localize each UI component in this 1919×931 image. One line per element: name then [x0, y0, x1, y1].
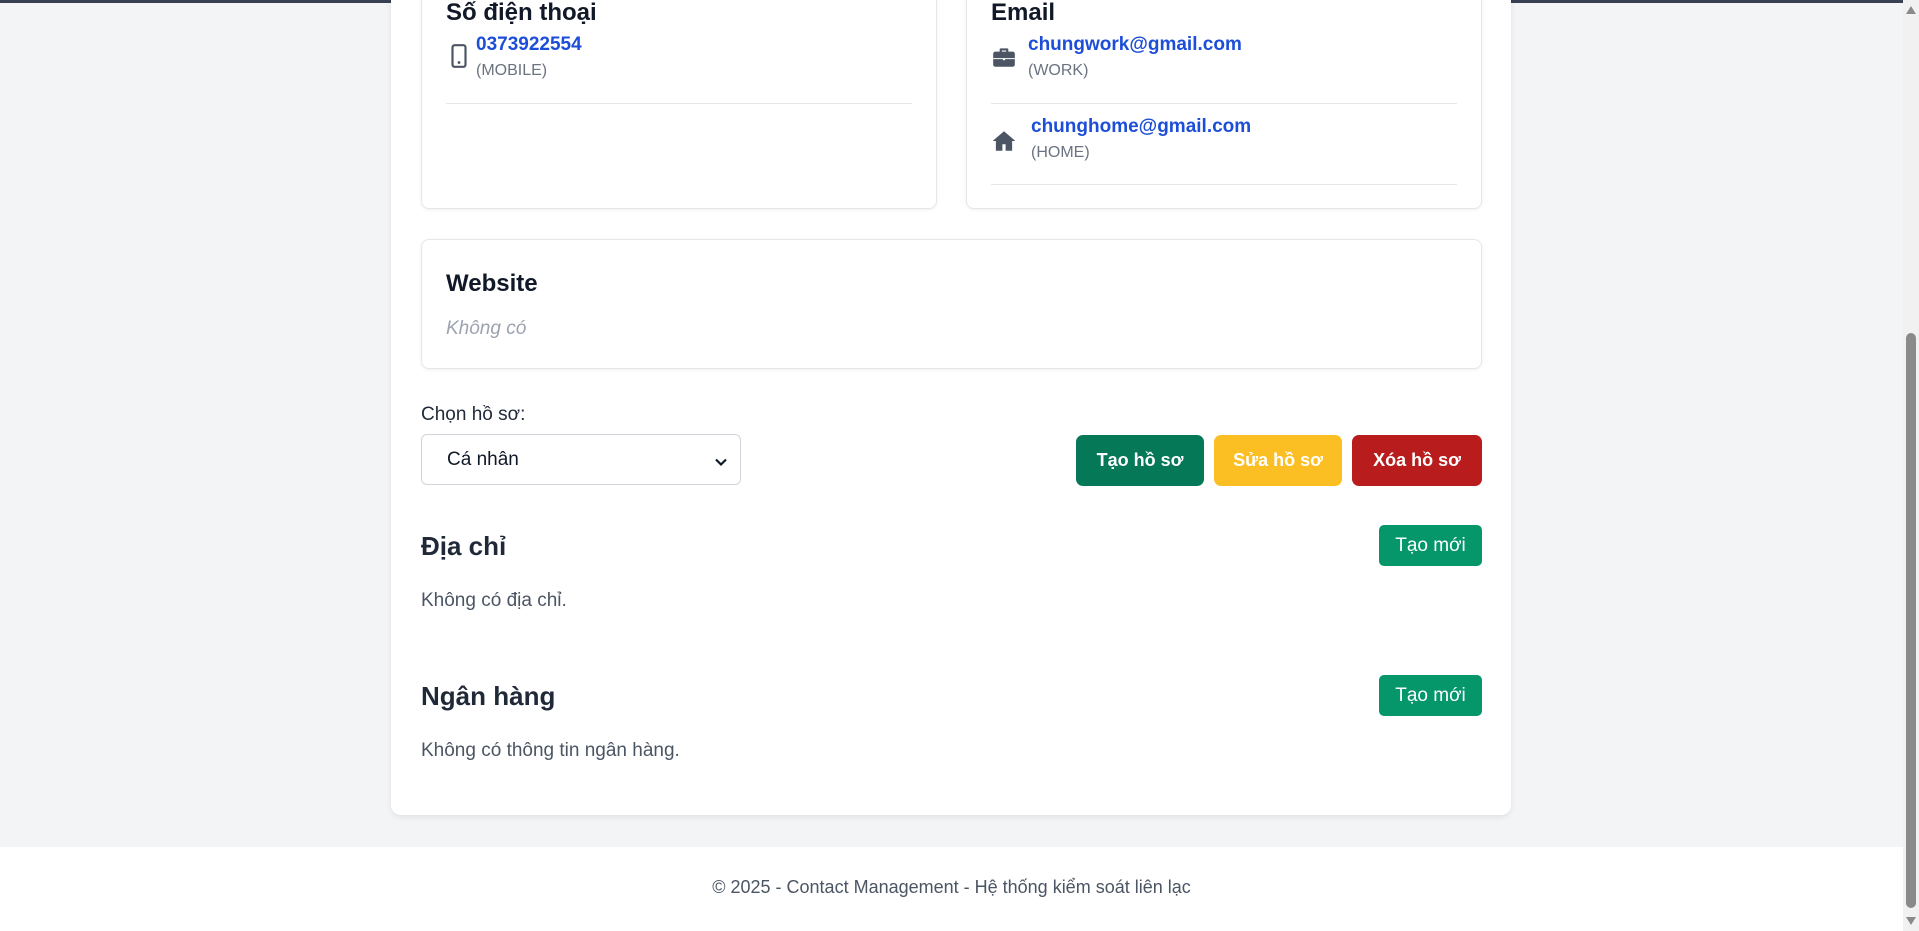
phone-type: (MOBILE) — [476, 62, 548, 79]
profile-select-value: Cá nhân — [447, 448, 519, 470]
chevron-down-icon — [714, 453, 728, 467]
mobile-phone-icon — [446, 43, 472, 69]
address-empty-text: Không có địa chỉ. — [421, 590, 567, 611]
profile-select-label: Chọn hồ sơ: — [421, 404, 526, 425]
scroll-down-arrow-icon[interactable] — [1906, 917, 1916, 925]
email-panel: Email chungwork@gmail.com (WORK) chungho… — [966, 0, 1482, 209]
profile-select[interactable]: Cá nhân — [421, 434, 741, 485]
edit-profile-button[interactable]: Sửa hồ sơ — [1214, 435, 1342, 486]
page-scrollbar[interactable] — [1903, 0, 1919, 931]
bank-section-title: Ngân hàng — [421, 681, 556, 711]
work-email-type: (WORK) — [1028, 62, 1089, 79]
home-icon — [991, 128, 1017, 154]
footer: © 2025 - Contact Management - Hệ thống k… — [0, 847, 1903, 931]
phone-item: 0373922554 (MOBILE) — [446, 23, 912, 104]
create-profile-button[interactable]: Tạo hồ sơ — [1076, 435, 1204, 486]
home-email-type: (HOME) — [1031, 144, 1090, 161]
website-panel: Website Không có — [421, 239, 1482, 369]
work-email-link[interactable]: chungwork@gmail.com — [1028, 34, 1242, 56]
scroll-up-arrow-icon[interactable] — [1906, 6, 1916, 14]
briefcase-icon — [991, 44, 1017, 70]
delete-profile-button[interactable]: Xóa hồ sơ — [1352, 435, 1482, 486]
phone-panel: Số điện thoại 0373922554 (MOBILE) — [421, 0, 937, 209]
new-address-button[interactable]: Tạo mới — [1379, 525, 1482, 566]
address-section-title: Địa chỉ — [421, 531, 507, 561]
home-email-link[interactable]: chunghome@gmail.com — [1031, 116, 1251, 138]
footer-text: © 2025 - Contact Management - Hệ thống k… — [712, 877, 1191, 897]
email-item: chunghome@gmail.com (HOME) — [991, 104, 1457, 185]
scroll-thumb[interactable] — [1906, 333, 1916, 908]
website-panel-title: Website — [446, 270, 538, 297]
website-empty-text: Không có — [446, 318, 527, 339]
new-bank-button[interactable]: Tạo mới — [1379, 675, 1482, 716]
bank-empty-text: Không có thông tin ngân hàng. — [421, 740, 680, 761]
phone-number-link[interactable]: 0373922554 — [476, 34, 582, 56]
email-item: chungwork@gmail.com (WORK) — [991, 23, 1457, 104]
